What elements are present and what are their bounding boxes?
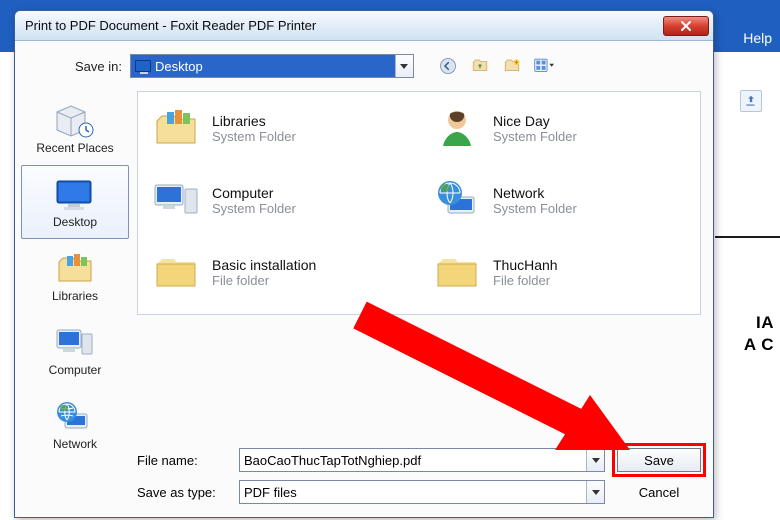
desktop-icon bbox=[135, 60, 151, 72]
item-sub: System Folder bbox=[493, 201, 577, 216]
save-in-selected: Desktop bbox=[131, 55, 395, 77]
cancel-button[interactable]: Cancel bbox=[617, 485, 701, 500]
list-item[interactable]: ComputerSystem Folder bbox=[138, 164, 419, 236]
back-icon bbox=[439, 57, 457, 75]
view-menu-button[interactable] bbox=[532, 55, 556, 77]
filename-label: File name: bbox=[137, 453, 227, 468]
item-sub: System Folder bbox=[493, 129, 577, 144]
place-libraries[interactable]: Libraries bbox=[21, 239, 129, 313]
divider bbox=[715, 236, 780, 238]
save-in-dropdown-button[interactable] bbox=[395, 55, 413, 77]
filename-value: BaoCaoThucTapTotNghiep.pdf bbox=[244, 453, 421, 468]
new-folder-icon bbox=[503, 57, 521, 75]
filetype-row: Save as type: PDF files Cancel bbox=[137, 479, 701, 505]
save-dialog: Print to PDF Document - Foxit Reader PDF… bbox=[14, 10, 714, 518]
place-label: Recent Places bbox=[36, 141, 113, 155]
place-label: Network bbox=[53, 437, 97, 451]
list-item[interactable]: Basic installationFile folder bbox=[138, 236, 419, 308]
list-item[interactable]: Nice DaySystem Folder bbox=[419, 92, 700, 164]
item-name: Nice Day bbox=[493, 113, 577, 129]
chevron-down-icon bbox=[592, 490, 600, 495]
filetype-dropdown-button[interactable] bbox=[586, 481, 604, 503]
folder-icon bbox=[431, 246, 483, 298]
chevron-down-icon bbox=[400, 64, 408, 69]
export-icon bbox=[744, 94, 758, 108]
export-icon-button[interactable] bbox=[740, 90, 762, 112]
filename-row: File name: BaoCaoThucTapTotNghiep.pdf Sa… bbox=[137, 447, 701, 473]
place-label: Computer bbox=[49, 363, 102, 377]
item-sub: File folder bbox=[493, 273, 558, 288]
item-name: Network bbox=[493, 185, 577, 201]
save-in-combo[interactable]: Desktop bbox=[130, 54, 414, 78]
computer-icon bbox=[150, 174, 202, 226]
file-list[interactable]: LibrariesSystem Folder Nice DaySystem Fo… bbox=[137, 91, 701, 315]
back-button[interactable] bbox=[436, 55, 460, 77]
filetype-combo[interactable]: PDF files bbox=[239, 480, 605, 504]
save-in-value: Desktop bbox=[155, 59, 203, 74]
place-recent[interactable]: Recent Places bbox=[21, 91, 129, 165]
chevron-down-icon bbox=[592, 458, 600, 463]
filename-combo[interactable]: BaoCaoThucTapTotNghiep.pdf bbox=[239, 448, 605, 472]
bg-text-1: IA bbox=[756, 313, 774, 332]
list-item[interactable]: LibrariesSystem Folder bbox=[138, 92, 419, 164]
place-label: Libraries bbox=[52, 289, 98, 303]
item-name: ThucHanh bbox=[493, 257, 558, 273]
save-in-row: Save in: Desktop bbox=[75, 53, 703, 79]
bg-text-2: A C bbox=[744, 335, 774, 354]
folder-icon bbox=[150, 246, 202, 298]
menu-help[interactable]: Help bbox=[743, 30, 772, 46]
nav-toolbar bbox=[436, 55, 556, 77]
close-icon bbox=[680, 20, 692, 32]
item-sub: System Folder bbox=[212, 201, 296, 216]
item-sub: File folder bbox=[212, 273, 316, 288]
item-name: Computer bbox=[212, 185, 296, 201]
places-bar: Recent Places Desktop Libraries Computer bbox=[21, 91, 129, 427]
place-label: Desktop bbox=[53, 215, 97, 229]
item-sub: System Folder bbox=[212, 129, 296, 144]
filetype-value: PDF files bbox=[244, 485, 297, 500]
filetype-label: Save as type: bbox=[137, 485, 227, 500]
place-network[interactable]: Network bbox=[21, 387, 129, 461]
dialog-body: Save in: Desktop bbox=[15, 41, 713, 517]
item-name: Libraries bbox=[212, 113, 296, 129]
folder-up-icon bbox=[471, 57, 489, 75]
libraries-icon bbox=[150, 102, 202, 154]
desktop-icon bbox=[52, 175, 98, 215]
recent-places-icon bbox=[52, 101, 98, 141]
background-text: IA A C bbox=[744, 312, 774, 356]
view-grid-icon bbox=[534, 57, 554, 75]
list-item[interactable]: NetworkSystem Folder bbox=[419, 164, 700, 236]
dialog-title: Print to PDF Document - Foxit Reader PDF… bbox=[25, 18, 316, 33]
network-icon bbox=[52, 397, 98, 437]
save-in-label: Save in: bbox=[75, 59, 122, 74]
network-icon bbox=[431, 174, 483, 226]
item-name: Basic installation bbox=[212, 257, 316, 273]
up-one-level-button[interactable] bbox=[468, 55, 492, 77]
window-close-button[interactable] bbox=[663, 16, 709, 36]
computer-icon bbox=[52, 323, 98, 363]
new-folder-button[interactable] bbox=[500, 55, 524, 77]
libraries-icon bbox=[52, 249, 98, 289]
save-button[interactable]: Save bbox=[617, 448, 701, 472]
place-computer[interactable]: Computer bbox=[21, 313, 129, 387]
place-desktop[interactable]: Desktop bbox=[21, 165, 129, 239]
filename-dropdown-button[interactable] bbox=[586, 449, 604, 471]
user-icon bbox=[431, 102, 483, 154]
dialog-titlebar[interactable]: Print to PDF Document - Foxit Reader PDF… bbox=[15, 11, 713, 41]
list-item[interactable]: ThucHanhFile folder bbox=[419, 236, 700, 308]
